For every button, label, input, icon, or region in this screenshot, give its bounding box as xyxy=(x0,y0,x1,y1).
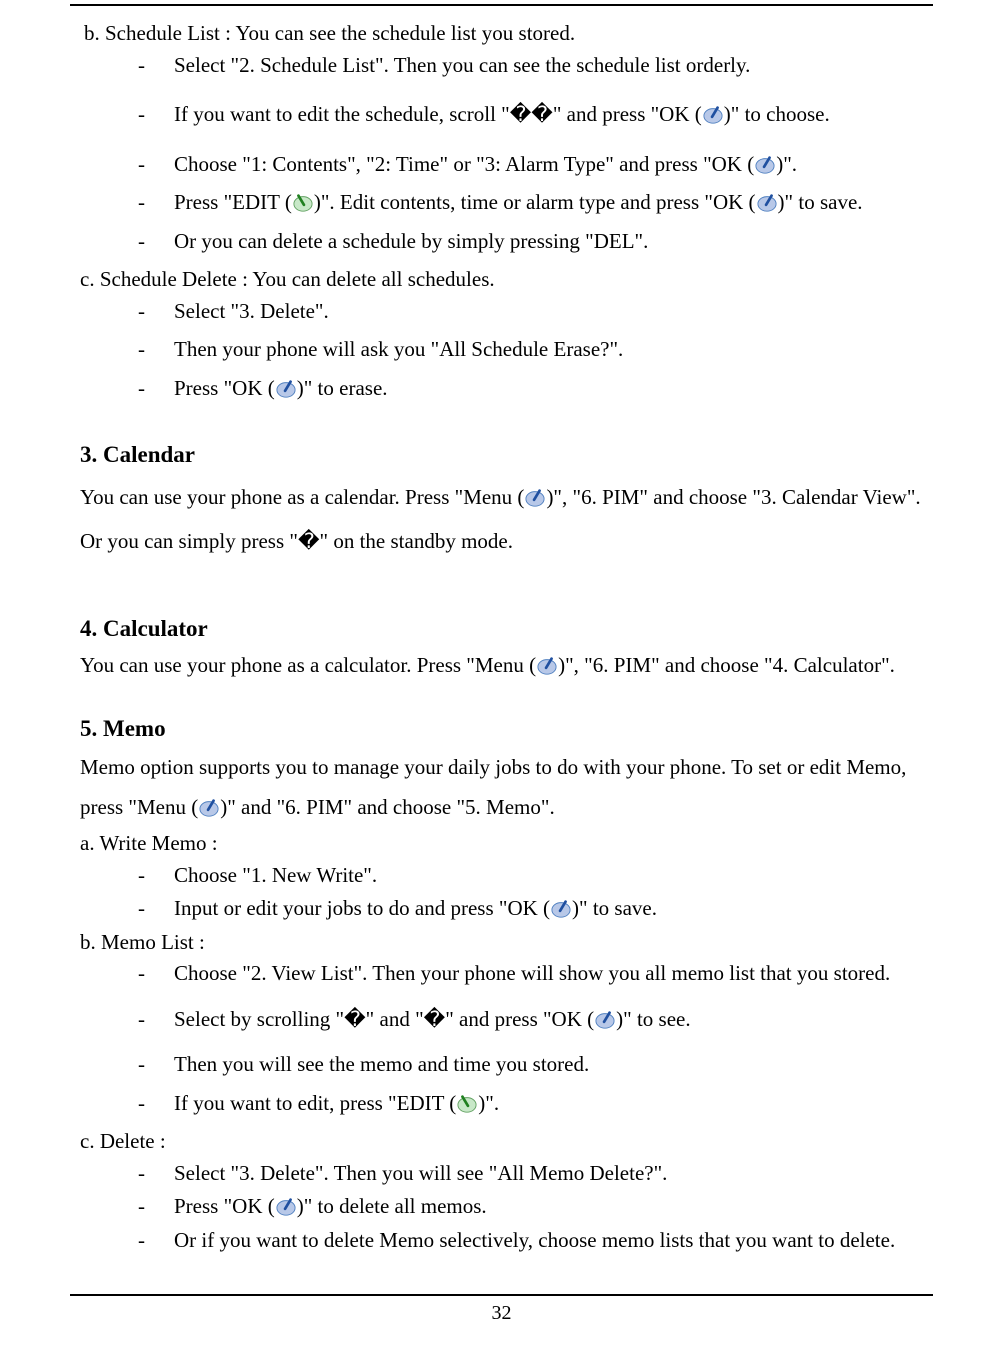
ok-button-icon xyxy=(275,1197,297,1217)
dash-icon: - xyxy=(138,1049,164,1081)
dash-icon: - xyxy=(138,1088,164,1120)
dash-icon: - xyxy=(138,187,164,219)
list-item: - Select "2. Schedule List". Then you ca… xyxy=(138,50,923,82)
top-rule xyxy=(70,4,933,6)
dash-icon: - xyxy=(138,99,164,131)
list-item: - Or you can delete a schedule by simply… xyxy=(138,226,923,258)
item-text: Or if you want to delete Memo selectivel… xyxy=(164,1225,923,1257)
dash-icon: - xyxy=(138,149,164,181)
page-number: 32 xyxy=(0,1298,1003,1328)
dash-icon: - xyxy=(138,50,164,82)
edit-button-icon xyxy=(292,193,314,213)
list-item: - Then you will see the memo and time yo… xyxy=(138,1049,923,1081)
calculator-heading: 4. Calculator xyxy=(80,612,923,647)
dash-icon: - xyxy=(138,860,164,892)
item-text: Press "OK ()" to erase. xyxy=(164,373,923,405)
write-memo-title: a. Write Memo : xyxy=(80,828,923,860)
memo-delete-items: - Select "3. Delete". Then you will see … xyxy=(138,1158,923,1257)
memo-intro: Memo option supports you to manage your … xyxy=(80,748,923,828)
item-text: Choose "1: Contents", "2: Time" or "3: A… xyxy=(164,149,923,181)
edit-button-icon xyxy=(456,1094,478,1114)
ok-button-icon xyxy=(550,899,572,919)
schedule-delete-section: c. Schedule Delete : You can delete all … xyxy=(80,264,923,404)
item-text: Select by scrolling "�" and "�" and pres… xyxy=(164,1004,923,1036)
list-item: - Choose "2. View List". Then your phone… xyxy=(138,958,923,990)
item-text: Press "OK ()" to delete all memos. xyxy=(164,1191,923,1223)
item-text: Input or edit your jobs to do and press … xyxy=(164,893,923,925)
schedule-list-section: b. Schedule List : You can see the sched… xyxy=(80,18,923,257)
item-text: If you want to edit the schedule, scroll… xyxy=(164,99,923,131)
list-item: - If you want to edit, press "EDIT ()". xyxy=(138,1088,923,1120)
item-text: Then you will see the memo and time you … xyxy=(164,1049,923,1081)
dash-icon: - xyxy=(138,1158,164,1190)
dash-icon: - xyxy=(138,373,164,405)
page-content: b. Schedule List : You can see the sched… xyxy=(0,0,1003,1256)
ok-button-icon xyxy=(702,105,724,125)
list-item: - Press "EDIT ()". Edit contents, time o… xyxy=(138,187,923,219)
list-item: - Press "OK ()" to delete all memos. xyxy=(138,1191,923,1223)
write-memo-items: - Choose "1. New Write". - Input or edit… xyxy=(138,860,923,925)
memo-list-title: b. Memo List : xyxy=(80,927,923,959)
schedule-delete-items: - Select "3. Delete". - Then your phone … xyxy=(138,296,923,405)
item-text: Or you can delete a schedule by simply p… xyxy=(164,226,923,258)
list-item: - Press "OK ()" to erase. xyxy=(138,373,923,405)
schedule-delete-title: c. Schedule Delete : You can delete all … xyxy=(80,264,923,296)
item-text: Press "EDIT ()". Edit contents, time or … xyxy=(164,187,923,219)
dash-icon: - xyxy=(138,1191,164,1223)
dash-icon: - xyxy=(138,958,164,990)
calendar-heading: 3. Calendar xyxy=(80,438,923,473)
memo-heading: 5. Memo xyxy=(80,712,923,747)
ok-button-icon xyxy=(754,155,776,175)
list-item: - Select "3. Delete". xyxy=(138,296,923,328)
dash-icon: - xyxy=(138,1225,164,1257)
memo-list-items: - Choose "2. View List". Then your phone… xyxy=(138,958,923,1119)
list-item: - Select "3. Delete". Then you will see … xyxy=(138,1158,923,1190)
list-item: - Or if you want to delete Memo selectiv… xyxy=(138,1225,923,1257)
calendar-body: You can use your phone as a calendar. Pr… xyxy=(80,475,923,564)
schedule-list-title: b. Schedule List : You can see the sched… xyxy=(84,18,923,50)
ok-button-icon xyxy=(594,1010,616,1030)
dash-icon: - xyxy=(138,893,164,925)
list-item: - If you want to edit the schedule, scro… xyxy=(138,99,923,131)
menu-button-icon xyxy=(524,488,546,508)
item-text: Choose "1. New Write". xyxy=(164,860,923,892)
list-item: - Choose "1. New Write". xyxy=(138,860,923,892)
list-item: - Input or edit your jobs to do and pres… xyxy=(138,893,923,925)
item-text: Select "3. Delete". xyxy=(164,296,923,328)
dash-icon: - xyxy=(138,1004,164,1036)
item-text: Select "2. Schedule List". Then you can … xyxy=(164,50,923,82)
list-item: - Select by scrolling "�" and "�" and pr… xyxy=(138,1004,923,1036)
item-text: Then your phone will ask you "All Schedu… xyxy=(164,334,923,366)
item-text: If you want to edit, press "EDIT ()". xyxy=(164,1088,923,1120)
menu-button-icon xyxy=(198,798,220,818)
item-text: Select "3. Delete". Then you will see "A… xyxy=(164,1158,923,1190)
dash-icon: - xyxy=(138,226,164,258)
bottom-rule xyxy=(70,1294,933,1296)
memo-delete-title: c. Delete : xyxy=(80,1126,923,1158)
calculator-body: You can use your phone as a calculator. … xyxy=(80,648,923,684)
item-text: Choose "2. View List". Then your phone w… xyxy=(164,958,923,990)
dash-icon: - xyxy=(138,296,164,328)
ok-button-icon xyxy=(275,379,297,399)
ok-button-icon xyxy=(756,193,778,213)
schedule-list-items: - Select "2. Schedule List". Then you ca… xyxy=(138,50,923,258)
list-item: - Then your phone will ask you "All Sche… xyxy=(138,334,923,366)
menu-button-icon xyxy=(536,656,558,676)
list-item: - Choose "1: Contents", "2: Time" or "3:… xyxy=(138,149,923,181)
dash-icon: - xyxy=(138,334,164,366)
